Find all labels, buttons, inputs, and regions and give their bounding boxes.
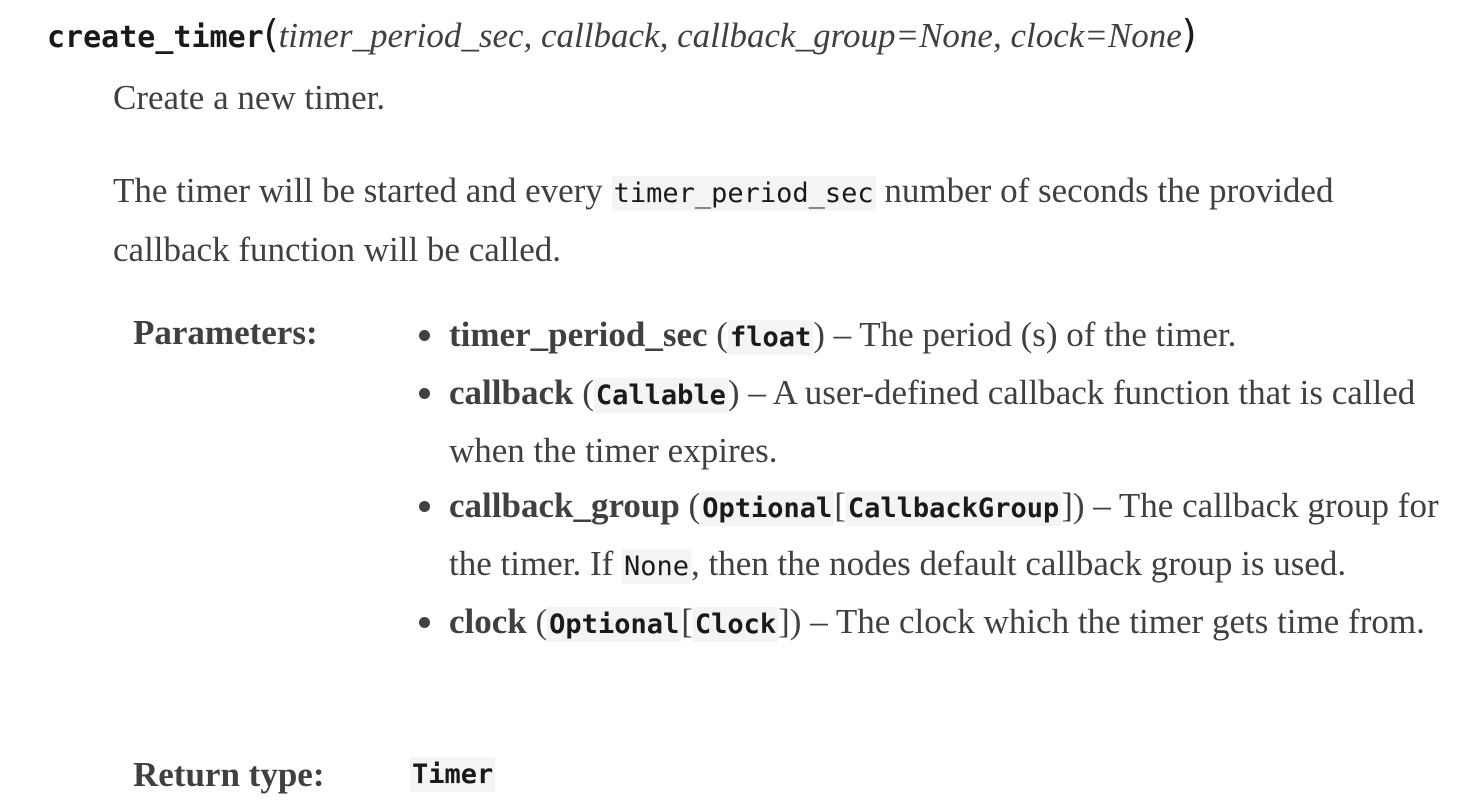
parameter-item-clock: clock (Optional[Clock]) – The clock whic… [419,594,1459,652]
return-type: Timer [410,757,496,792]
type-open: ( [679,486,701,525]
signature-open-paren: ( [263,12,279,56]
type-close: ]) [778,602,802,641]
parameter-item-callback-group: callback_group (Optional[CallbackGroup])… [419,478,1459,594]
parameter-type: float [727,320,814,355]
type-bracket-open: [ [834,486,846,525]
parameter-name: clock [449,602,527,641]
parameter-desc: – The period (s) of the timer. [824,315,1237,354]
parameter-name: callback [449,373,574,412]
type-open: ( [526,602,548,641]
function-name: create_timer [47,20,264,55]
parameter-type-inner: CallbackGroup [845,491,1062,526]
function-signature: create_timer(timer_period_sec, callback,… [47,8,1197,64]
parameter-item-callback: callback (Callable) – A user-defined cal… [419,365,1459,478]
parameter-name: callback_group [449,486,680,525]
signature-params: timer_period_sec, callback, callback_gro… [278,16,1182,55]
description-text-before: The timer will be started and every [113,171,612,210]
type-close: ]) [1061,486,1085,525]
function-description: The timer will be started and every time… [113,163,1433,278]
description-code: timer_period_sec [611,176,876,211]
parameters-label: Parameters: [133,313,318,352]
parameter-type: Callable [593,378,728,413]
parameter-type: Optional [700,491,835,526]
parameter-name: timer_period_sec [449,315,708,354]
type-bracket-open: [ [681,602,693,641]
type-close: ) [813,315,825,354]
type-close: ) [727,373,740,412]
parameter-type: Optional [547,607,682,642]
parameters-list: timer_period_sec (float) – The period (s… [419,307,1459,652]
function-summary: Create a new timer. [113,78,386,117]
return-type-label: Return type: [133,755,325,794]
parameter-type-inner: Clock [692,607,779,642]
return-type-value: Timer [410,749,496,805]
parameter-desc: – The clock which the timer gets time fr… [801,602,1425,641]
type-open: ( [707,315,728,354]
type-open: ( [573,373,594,412]
parameter-desc-after: , then the nodes default callback group … [691,544,1347,583]
signature-close-paren: ) [1181,12,1197,56]
parameter-item-timer-period-sec: timer_period_sec (float) – The period (s… [419,307,1459,365]
parameter-desc-code: None [622,549,692,584]
